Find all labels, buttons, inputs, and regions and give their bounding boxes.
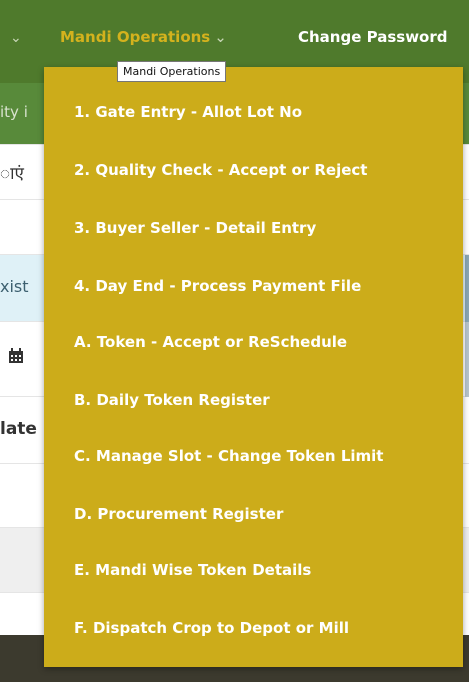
nav-mandi-operations-label: Mandi Operations — [60, 28, 211, 46]
scroll-accent — [465, 322, 469, 397]
menu-item-mandi-wise-token[interactable]: E. Mandi Wise Token Details — [74, 561, 311, 579]
menu-item-procurement-register[interactable]: D. Procurement Register — [74, 505, 283, 523]
menu-item-quality-check[interactable]: 2. Quality Check - Accept or Reject — [74, 161, 367, 179]
menu-item-buyer-seller[interactable]: 3. Buyer Seller - Detail Entry — [74, 219, 316, 237]
calendar-icon[interactable] — [0, 346, 24, 369]
background-text: late — [0, 419, 37, 439]
menu-item-dispatch-crop[interactable]: F. Dispatch Crop to Depot or Mill — [74, 619, 349, 637]
chevron-down-icon[interactable]: ⌄ — [10, 30, 22, 46]
nav-change-password[interactable]: Change Password — [298, 28, 448, 46]
background-text: ity i — [0, 103, 28, 121]
nav-mandi-operations[interactable]: Mandi Operations ⌄ — [60, 28, 227, 46]
menu-item-gate-entry[interactable]: 1. Gate Entry - Allot Lot No — [74, 103, 302, 121]
menu-item-token-accept[interactable]: A. Token - Accept or ReSchedule — [74, 333, 347, 351]
mandi-operations-dropdown: 1. Gate Entry - Allot Lot No 2. Quality … — [44, 67, 463, 667]
background-text: xist — [0, 277, 29, 296]
chevron-down-icon: ⌄ — [214, 28, 227, 46]
background-text: ाएं — [0, 164, 24, 184]
menu-item-daily-token-register[interactable]: B. Daily Token Register — [74, 391, 270, 409]
scroll-accent — [465, 255, 469, 322]
tooltip: Mandi Operations — [117, 61, 227, 82]
menu-item-day-end[interactable]: 4. Day End - Process Payment File — [74, 277, 361, 295]
menu-item-manage-slot[interactable]: C. Manage Slot - Change Token Limit — [74, 447, 383, 465]
